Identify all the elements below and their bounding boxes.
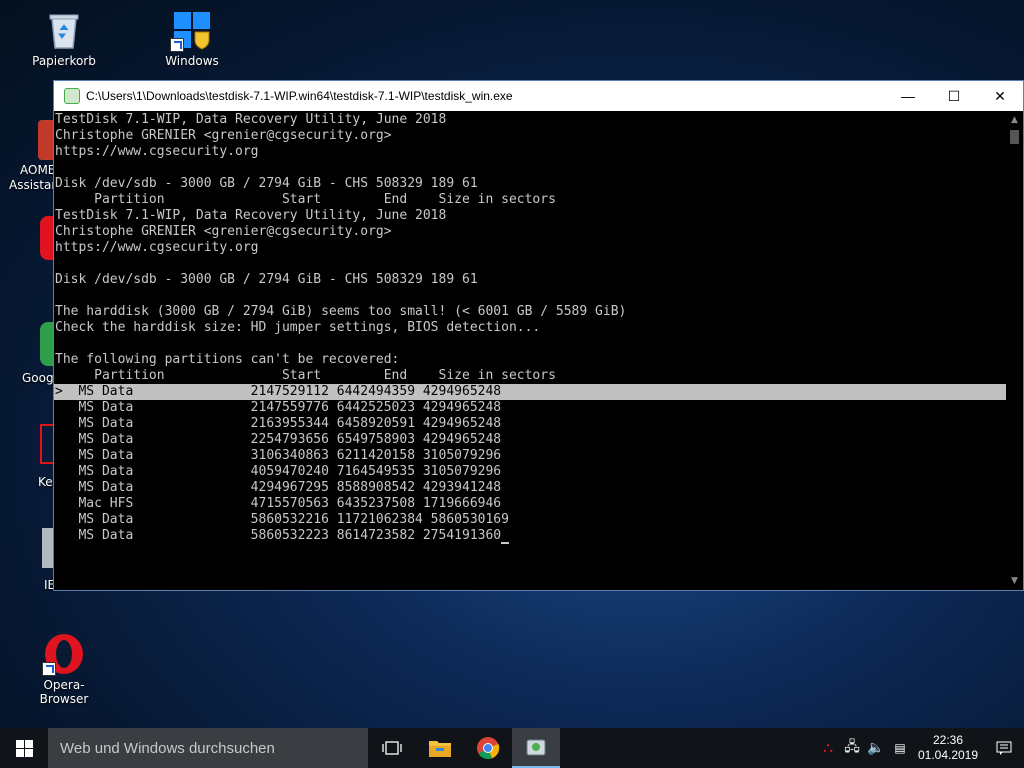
partial-label-aomei: AOME bbox=[20, 163, 56, 177]
partition-row[interactable]: MS Data 2147559776 6442525023 4294965248 bbox=[54, 400, 1006, 416]
terminal-line: The following partitions can't be recove… bbox=[55, 352, 400, 367]
partition-row-text: > MS Data 2147529112 6442494359 42949652… bbox=[55, 384, 502, 399]
desktop-icon-opera[interactable]: Opera-Browser bbox=[24, 632, 104, 706]
terminal-line: Partition Start End Size in sectors bbox=[55, 368, 556, 383]
window-title: C:\Users\1\Downloads\testdisk-7.1-WIP.wi… bbox=[86, 89, 513, 103]
taskbar-clock[interactable]: 22:36 01.04.2019 bbox=[912, 733, 984, 763]
desktop-icon-label: Opera-Browser bbox=[39, 678, 89, 706]
terminal-line: Check the harddisk size: HD jumper setti… bbox=[55, 320, 541, 335]
partition-row-text: MS Data 2147559776 6442525023 4294965248 bbox=[55, 400, 502, 415]
clock-date: 01.04.2019 bbox=[917, 748, 979, 762]
desktop-icon-label: Windows bbox=[165, 54, 219, 68]
shortcut-arrow-icon bbox=[42, 662, 56, 676]
windows-logo-icon bbox=[15, 739, 33, 757]
system-tray: ⛬ 🖧 🔈 ▤ 22:36 01.04.2019 bbox=[816, 728, 1024, 768]
partition-row-text: MS Data 5860532216 11721062384 586053016… bbox=[55, 512, 509, 527]
terminal-line: Christophe GRENIER <grenier@cgsecurity.o… bbox=[55, 128, 392, 143]
terminal-line: Partition Start End Size in sectors bbox=[55, 192, 556, 207]
desktop-icon-recycle-bin[interactable]: Papierkorb bbox=[24, 8, 104, 68]
notification-icon bbox=[996, 741, 1012, 755]
partition-row-text: MS Data 2254793656 6549758903 4294965248 bbox=[55, 432, 502, 447]
terminal-line: TestDisk 7.1-WIP, Data Recovery Utility,… bbox=[55, 112, 447, 127]
partition-row-text: MS Data 4059470240 7164549535 3105079296 bbox=[55, 464, 502, 479]
clock-time: 22:36 bbox=[932, 733, 964, 747]
partition-row[interactable]: MS Data 5860532216 11721062384 586053016… bbox=[54, 512, 1006, 528]
terminal-line: Christophe GRENIER <grenier@cgsecurity.o… bbox=[55, 224, 392, 239]
partition-row[interactable]: MS Data 5860532223 8614723582 2754191360 bbox=[54, 528, 1006, 544]
partial-label-assistant: Assistan bbox=[9, 178, 59, 192]
terminal-line: The harddisk (3000 GB / 2794 GiB) seems … bbox=[55, 304, 627, 319]
terminal-line: Disk /dev/sdb - 3000 GB / 2794 GiB - CHS… bbox=[55, 176, 478, 191]
chrome-icon bbox=[477, 737, 500, 759]
close-button[interactable]: ✕ bbox=[977, 81, 1023, 111]
partition-row[interactable]: Mac HFS 4715570563 6435237508 1719666946 bbox=[54, 496, 1006, 512]
partition-row-text: Mac HFS 4715570563 6435237508 1719666946 bbox=[55, 496, 502, 511]
testdisk-console-window[interactable]: C:\Users\1\Downloads\testdisk-7.1-WIP.wi… bbox=[53, 80, 1024, 591]
window-titlebar[interactable]: C:\Users\1\Downloads\testdisk-7.1-WIP.wi… bbox=[54, 81, 1023, 111]
desktop-icon-windows-update[interactable]: Windows bbox=[152, 8, 232, 68]
partition-row-text: MS Data 2163955344 6458920591 4294965248 bbox=[55, 416, 502, 431]
partition-row-text: MS Data 5860532223 8614723582 2754191360 bbox=[55, 528, 502, 543]
text-cursor bbox=[501, 542, 510, 544]
shortcut-arrow-icon bbox=[170, 38, 184, 52]
testdisk-icon bbox=[526, 739, 546, 756]
taskbar-testdisk[interactable] bbox=[512, 728, 560, 768]
terminal-output[interactable]: TestDisk 7.1-WIP, Data Recovery Utility,… bbox=[54, 112, 1006, 590]
desktop-icon-label: Papierkorb bbox=[32, 54, 96, 68]
task-view-button[interactable] bbox=[368, 728, 416, 768]
partial-label-google: Googl bbox=[22, 371, 57, 385]
network-icon[interactable]: 🖧 bbox=[840, 736, 864, 760]
partition-row[interactable]: MS Data 2254793656 6549758903 4294965248 bbox=[54, 432, 1006, 448]
partial-icon-red[interactable] bbox=[40, 216, 54, 260]
partial-icon-key[interactable] bbox=[40, 424, 54, 464]
minimize-button[interactable]: — bbox=[885, 81, 931, 111]
partition-row[interactable]: MS Data 2163955344 6458920591 4294965248 bbox=[54, 416, 1006, 432]
windows-update-icon bbox=[170, 8, 214, 52]
recycle-bin-icon bbox=[42, 8, 86, 52]
avira-icon[interactable]: ⛬ bbox=[816, 740, 840, 756]
partial-icon-aomei[interactable] bbox=[38, 120, 54, 160]
partition-row[interactable]: MS Data 4294967295 8588908542 4293941248 bbox=[54, 480, 1006, 496]
partial-icon-chrome[interactable] bbox=[40, 322, 54, 366]
partition-row-text: MS Data 4294967295 8588908542 4293941248 bbox=[55, 480, 502, 495]
taskbar: Web und Windows durchsuchen ⛬ 🖧 🔈 ▤ 22:3… bbox=[0, 728, 1024, 768]
opera-icon bbox=[42, 632, 86, 676]
action-center-button[interactable] bbox=[984, 728, 1024, 768]
scroll-down-arrow-icon[interactable]: ▼ bbox=[1006, 573, 1023, 590]
task-view-icon bbox=[382, 741, 402, 755]
scroll-thumb[interactable] bbox=[1010, 130, 1019, 144]
maximize-button[interactable]: ☐ bbox=[931, 81, 977, 111]
volume-icon[interactable]: 🔈 bbox=[864, 740, 888, 756]
terminal-line: https://www.cgsecurity.org bbox=[55, 240, 259, 255]
language-icon[interactable]: ▤ bbox=[888, 741, 912, 755]
terminal-line: Disk /dev/sdb - 3000 GB / 2794 GiB - CHS… bbox=[55, 272, 478, 287]
vertical-scrollbar[interactable]: ▲ ▼ bbox=[1006, 112, 1023, 590]
folder-icon bbox=[429, 741, 451, 757]
taskbar-chrome[interactable] bbox=[464, 728, 512, 768]
taskbar-search-box[interactable]: Web und Windows durchsuchen bbox=[48, 728, 368, 768]
partition-row-text: MS Data 3106340863 6211420158 3105079296 bbox=[55, 448, 502, 463]
start-button[interactable] bbox=[0, 728, 48, 768]
terminal-line: https://www.cgsecurity.org bbox=[55, 144, 259, 159]
terminal-line: TestDisk 7.1-WIP, Data Recovery Utility,… bbox=[55, 208, 447, 223]
partition-row[interactable]: MS Data 4059470240 7164549535 3105079296 bbox=[54, 464, 1006, 480]
scroll-up-arrow-icon[interactable]: ▲ bbox=[1006, 112, 1023, 129]
testdisk-app-icon bbox=[64, 88, 80, 104]
partition-row[interactable]: MS Data 3106340863 6211420158 3105079296 bbox=[54, 448, 1006, 464]
partition-row-selected[interactable]: > MS Data 2147529112 6442494359 42949652… bbox=[54, 384, 1006, 400]
taskbar-file-explorer[interactable] bbox=[416, 728, 464, 768]
